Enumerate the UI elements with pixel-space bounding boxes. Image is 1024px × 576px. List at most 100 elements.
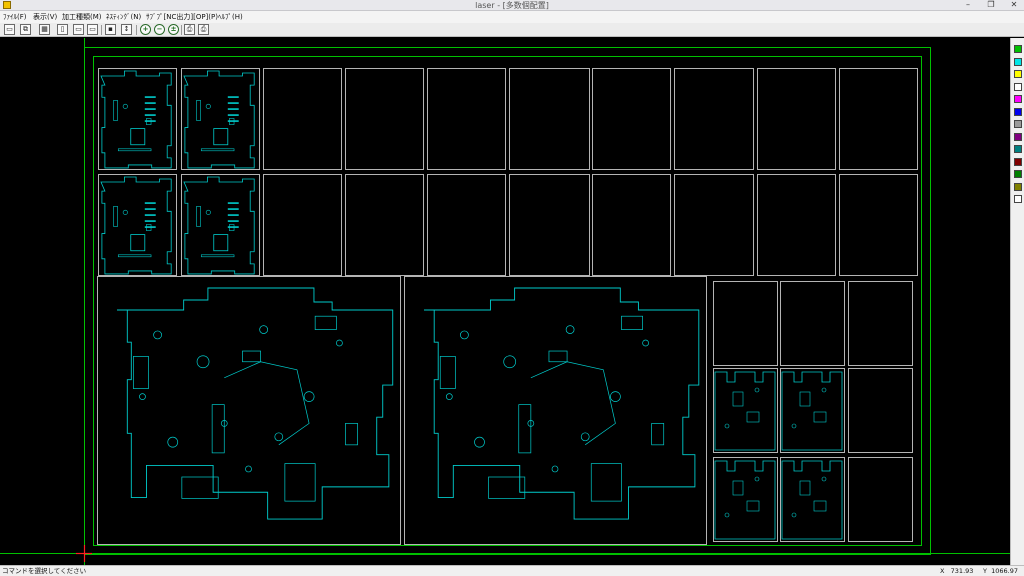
part-round-hole <box>139 393 146 400</box>
frame-icon[interactable]: ▭ <box>73 24 84 35</box>
frame-alt-icon[interactable]: ▭ <box>87 24 98 35</box>
minimize-button[interactable]: – <box>960 0 976 10</box>
swatch-white[interactable] <box>1014 82 1022 91</box>
blank-cell <box>839 174 918 276</box>
blank-cell <box>345 174 424 276</box>
part-contour <box>714 460 776 540</box>
nesting-canvas[interactable] <box>0 38 1010 565</box>
part-round-hole <box>205 103 211 109</box>
part-slot <box>227 114 239 116</box>
part-slot <box>144 226 156 228</box>
y-coordinate: Y 1066.97 <box>983 567 1019 575</box>
sheet-inner-border <box>93 56 922 546</box>
swatch-olive[interactable] <box>1014 182 1022 191</box>
part-round-hole <box>551 465 559 473</box>
small-nested-part <box>183 70 255 169</box>
part-round-hole <box>303 391 315 402</box>
part-slot-vertical <box>113 100 118 121</box>
page-icon[interactable]: ▯ <box>57 24 68 35</box>
menu-bar: ﾌｧｲﾙ(F) 表示(V) 加工種類(M) ﾈｽﾃｨﾝｸﾞ(N) ｻﾌﾞﾌﾟ[N… <box>0 11 1024 23</box>
part-window <box>130 128 146 146</box>
menu-file[interactable]: ﾌｧｲﾙ(F) <box>3 11 27 23</box>
part-inner-contour <box>224 361 310 446</box>
part-slot-vertical <box>196 206 201 227</box>
part-slot <box>144 220 156 222</box>
blank-cell <box>713 457 778 542</box>
part-slot <box>144 208 156 210</box>
part-round-hole <box>274 432 284 442</box>
print-preview-icon[interactable]: ⎙ <box>184 24 195 35</box>
zoom-in-icon[interactable]: + <box>140 24 151 35</box>
bracket-part <box>781 460 843 540</box>
part-round-hole <box>565 325 575 334</box>
part-cutout <box>590 463 622 502</box>
blank-cell <box>181 68 260 170</box>
x-coordinate: X 731.93 <box>940 567 974 575</box>
swatch-maroon[interactable] <box>1014 157 1022 166</box>
part-slot <box>144 102 156 104</box>
part-round-hole <box>336 339 343 347</box>
part-slot <box>227 108 239 110</box>
menu-view[interactable]: 表示(V) <box>33 11 57 23</box>
menu-process-type[interactable]: 加工種類(M) <box>62 11 102 23</box>
menu-subprogram-nc-output[interactable]: ｻﾌﾞﾌﾟ[NC出力][OP](P) <box>146 11 218 23</box>
menu-help[interactable]: ﾍﾙﾌﾟ(H) <box>218 11 243 23</box>
part-cutout <box>746 500 760 512</box>
grid-icon[interactable]: ▦ <box>39 24 50 35</box>
part-bottom-slot <box>117 254 152 258</box>
new-sheet-icon[interactable]: ▭ <box>4 24 15 35</box>
zoom-out-icon[interactable]: − <box>154 24 165 35</box>
part-cutout <box>284 463 316 502</box>
swatch-yellow[interactable] <box>1014 70 1022 78</box>
small-nested-part <box>100 176 172 275</box>
part-round-hole <box>610 391 621 402</box>
blank-cell <box>509 68 590 170</box>
swatch-white-2[interactable] <box>1014 195 1022 203</box>
swatch-gray[interactable] <box>1014 120 1022 128</box>
part-cutout <box>732 391 744 407</box>
part-window <box>130 234 146 252</box>
swatch-green[interactable] <box>1014 45 1022 53</box>
toolbar: ▭ ⧉ ▦ ▯ ▭ ▭ ▪ ↕ + − ± ⎙ ⎙ <box>0 23 1024 37</box>
copy-parts-icon[interactable]: ⧉ <box>20 24 31 35</box>
part-round-hole <box>167 436 179 448</box>
swatch-blue[interactable] <box>1014 107 1022 116</box>
part-slot <box>227 208 239 210</box>
save-icon[interactable]: ▪ <box>105 24 116 35</box>
nesting-drawing[interactable] <box>0 38 1010 565</box>
part-cutout <box>651 423 665 446</box>
menu-nesting[interactable]: ﾈｽﾃｨﾝｸﾞ(N) <box>106 11 141 23</box>
blank-cell <box>427 68 506 170</box>
cursor-icon[interactable]: ↕ <box>121 24 132 35</box>
blank-cell <box>98 68 177 170</box>
part-slot <box>144 120 156 122</box>
part-round-hole <box>580 432 590 442</box>
zoom-fit-icon[interactable]: ± <box>168 24 179 35</box>
part-round-hole <box>754 387 760 393</box>
swatch-dark-green[interactable] <box>1014 170 1022 178</box>
part-round-hole <box>259 325 268 334</box>
large-nested-part <box>424 287 700 520</box>
blank-cell <box>848 457 913 542</box>
part-slot <box>144 96 156 98</box>
blank-cell <box>757 68 836 170</box>
color-palette <box>1010 38 1024 565</box>
blank-cell <box>780 368 845 453</box>
blank-cell <box>263 174 342 276</box>
swatch-cyan[interactable] <box>1014 57 1022 66</box>
toolbar-separator <box>181 25 182 35</box>
part-cutout <box>518 404 532 454</box>
close-button[interactable]: ✕ <box>1004 0 1024 10</box>
blank-cell <box>98 174 177 276</box>
swatch-magenta[interactable] <box>1014 95 1022 103</box>
status-message: コマンドを選択してください <box>2 567 87 575</box>
part-round-hole <box>791 423 797 429</box>
swatch-teal[interactable] <box>1014 145 1022 153</box>
part-inner-contour <box>530 361 616 446</box>
print-icon[interactable]: ⎙ <box>198 24 209 35</box>
blank-cell <box>674 174 754 276</box>
part-cutout <box>799 391 811 407</box>
restore-button[interactable]: ❐ <box>983 0 999 10</box>
part-slot <box>227 96 239 98</box>
swatch-purple[interactable] <box>1014 132 1022 141</box>
